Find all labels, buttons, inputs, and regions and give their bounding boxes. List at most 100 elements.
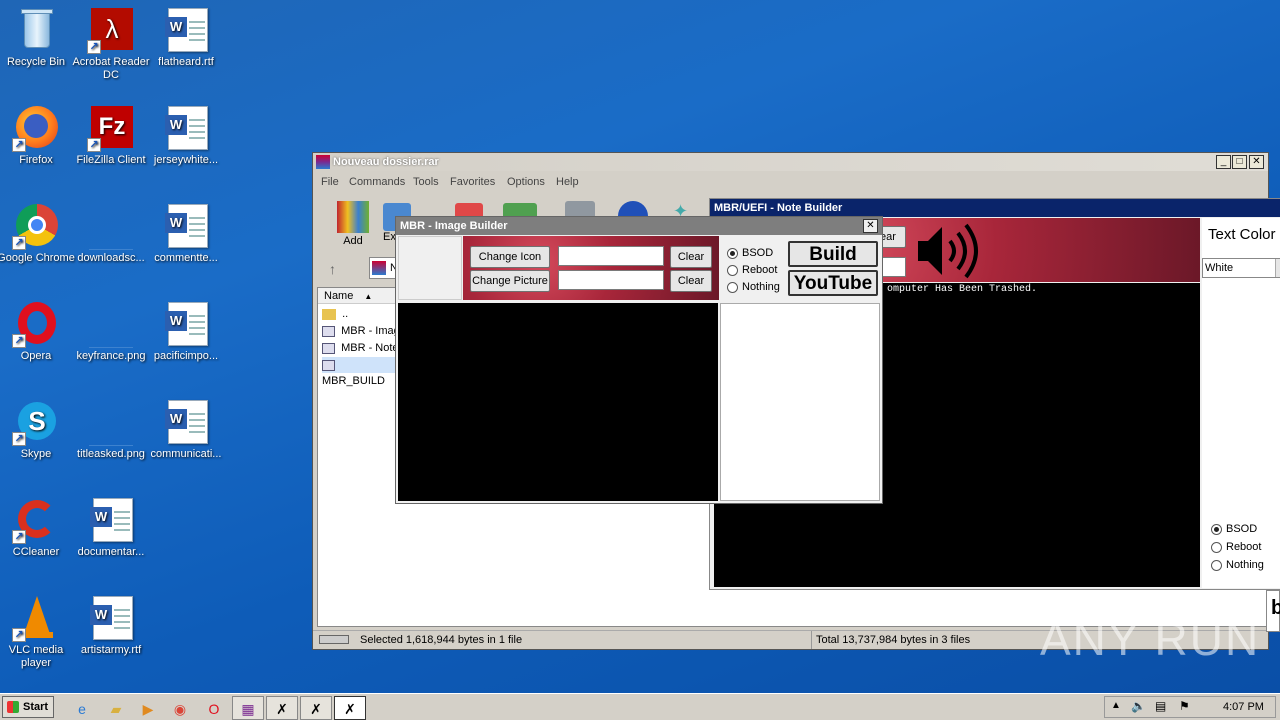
right-panel: Text Color White ▼ BSOD Reboot Nothing [1202, 218, 1280, 588]
menu-options[interactable]: Options [507, 176, 545, 188]
list-item-selected[interactable]: MBR_BUILD [322, 357, 396, 387]
text-color-select[interactable]: White ▼ [1202, 258, 1280, 278]
desktop-icon-keyfrance[interactable]: keyfrance.png [71, 300, 151, 363]
desktop-icon-downloadsc[interactable]: downloadsc... [71, 202, 151, 265]
radio-reboot[interactable]: Reboot [726, 263, 777, 277]
word-document-icon: W [87, 594, 135, 642]
opera-taskbar-icon[interactable]: O [198, 696, 230, 720]
text-color-label: Text Color [1208, 226, 1276, 243]
radio-label: Nothing [742, 281, 780, 293]
add-archive-icon [337, 201, 369, 233]
radio-reboot[interactable]: Reboot [1210, 540, 1261, 554]
chevron-down-icon: ▼ [1275, 259, 1280, 277]
menu-help[interactable]: Help [556, 176, 579, 188]
file-name: MBR - Note [341, 342, 399, 354]
partial-button[interactable]: b [1271, 597, 1280, 620]
desktop-icon-flatheard[interactable]: W flatheard.rtf [146, 6, 226, 69]
skype-icon: S ↗ [12, 398, 60, 446]
desktop-icon-titleasked[interactable]: titleasked.png [71, 398, 151, 461]
radio-bsod[interactable]: BSOD [1210, 522, 1257, 536]
maximize-button[interactable]: □ [1232, 155, 1247, 169]
icon-path-input[interactable] [558, 246, 664, 266]
exe-icon [322, 342, 335, 354]
winrar-menu-bar: File Commands Tools Favorites Options He… [313, 173, 1268, 191]
volume-icon[interactable]: 🔈 [1131, 699, 1146, 713]
list-item[interactable]: MBR - Note [322, 340, 399, 356]
taskbar: Start e ▰ ▶ ◉ O ▦ ✗ ✗ ✗ ▲ 🔈 ▤ ⚑ 4:07 PM [0, 693, 1280, 720]
youtube-button[interactable]: YouTube [788, 270, 878, 296]
toolbar-add-button[interactable]: Add [333, 199, 373, 249]
desktop-icon-documentar[interactable]: W documentar... [71, 496, 151, 559]
desktop-icon-jerseywhite[interactable]: W jerseywhite... [146, 104, 226, 167]
chrome-taskbar-icon[interactable]: ◉ [164, 696, 196, 720]
clear-picture-button[interactable]: Clear [670, 270, 712, 292]
desktop-icon-skype[interactable]: S ↗ Skype [0, 398, 76, 461]
png-file-icon [87, 300, 135, 348]
radio-nothing[interactable]: Nothing [726, 280, 780, 294]
list-item[interactable]: .. [322, 306, 348, 322]
desktop-icon-commentte[interactable]: W commentte... [146, 202, 226, 265]
desktop-icon-artistarmy[interactable]: W artistarmy.rtf [71, 594, 151, 657]
picture-path-input[interactable] [558, 270, 664, 290]
desktop-icon-acrobat[interactable]: λ ↗ Acrobat Reader DC [71, 6, 151, 82]
image-side-panel [720, 303, 880, 501]
ie-icon[interactable]: e [66, 696, 98, 720]
archive-small-icon [372, 261, 386, 275]
radio-bsod[interactable]: BSOD [726, 246, 773, 260]
desktop-icon-pacificimpo[interactable]: W pacificimpo... [146, 300, 226, 363]
menu-favorites[interactable]: Favorites [450, 176, 495, 188]
note-builder-titlebar[interactable]: MBR/UEFI - Note Builder [710, 199, 1280, 217]
ccleaner-icon: ↗ [12, 496, 60, 544]
desktop-icon-label: CCleaner [12, 546, 60, 558]
speaker-icon[interactable] [914, 219, 984, 283]
network-icon[interactable]: ▤ [1155, 699, 1166, 713]
desktop-icon-label: Opera [20, 350, 52, 362]
desktop-icon-ccleaner[interactable]: ↗ CCleaner [0, 496, 76, 559]
desktop-icon-filezilla[interactable]: Fz ↗ FileZilla Client [71, 104, 151, 167]
firefox-icon: ↗ [12, 104, 60, 152]
desktop-icon-recycle-bin[interactable]: Recycle Bin [0, 6, 76, 69]
desktop-icon-vlc[interactable]: ↗ VLC media player [0, 594, 76, 670]
winrar-taskbar-icon[interactable]: ▦ [232, 696, 264, 720]
flag-icon[interactable]: ⚑ [1179, 699, 1190, 713]
anyrun-watermark: ANY RUN [1040, 613, 1261, 665]
list-item[interactable]: MBR - Image [322, 323, 406, 339]
desktop-icon-opera[interactable]: ↗ Opera [0, 300, 76, 363]
minimize-button[interactable]: _ [1216, 155, 1231, 169]
desktop-icon-communicati[interactable]: W communicati... [146, 398, 226, 461]
word-document-icon: W [162, 6, 210, 54]
desktop-icon-label: Recycle Bin [6, 56, 66, 68]
icon-preview-box [398, 236, 462, 300]
mbr-build-taskbar-icon[interactable]: ✗ [334, 696, 366, 720]
radio-nothing[interactable]: Nothing [1210, 558, 1264, 572]
menu-file[interactable]: File [321, 176, 339, 188]
winrar-titlebar[interactable]: Nouveau dossier.rar [313, 153, 1268, 171]
start-button[interactable]: Start [2, 696, 54, 718]
mbr-note-taskbar-icon[interactable]: ✗ [300, 696, 332, 720]
image-builder-titlebar[interactable]: MBR - Image Builder [396, 217, 882, 235]
winrar-title: Nouveau dossier.rar [333, 156, 439, 168]
desktop-icon-chrome[interactable]: ↗ Google Chrome [0, 202, 76, 265]
desktop-icon-firefox[interactable]: ↗ Firefox [0, 104, 76, 167]
menu-tools[interactable]: Tools [413, 176, 439, 188]
change-icon-button[interactable]: Change Icon [470, 246, 550, 268]
desktop-icon-label: titleasked.png [77, 448, 145, 460]
clock[interactable]: 4:07 PM [1223, 701, 1264, 713]
menu-commands[interactable]: Commands [349, 176, 405, 188]
mbr-image-taskbar-icon[interactable]: ✗ [266, 696, 298, 720]
close-button[interactable]: ✕ [863, 219, 878, 233]
explorer-icon[interactable]: ▰ [100, 696, 132, 720]
clear-icon-button[interactable]: Clear [670, 246, 712, 268]
media-player-icon[interactable]: ▶ [132, 696, 164, 720]
build-button[interactable]: Build [788, 241, 878, 267]
png-file-icon [87, 202, 135, 250]
desktop-icon-label: artistarmy.rtf [80, 644, 142, 656]
image-builder-window: MBR - Image Builder ✕ Change Icon Clear … [395, 216, 883, 504]
up-arrow-icon[interactable]: ↑ [329, 261, 336, 277]
tray-expand-icon[interactable]: ▲ [1111, 700, 1121, 711]
image-preview-area [398, 303, 718, 501]
close-button[interactable]: ✕ [1249, 155, 1264, 169]
exe-icon [322, 359, 335, 371]
change-picture-button[interactable]: Change Picture [470, 270, 550, 292]
radio-label: Reboot [1226, 541, 1262, 553]
